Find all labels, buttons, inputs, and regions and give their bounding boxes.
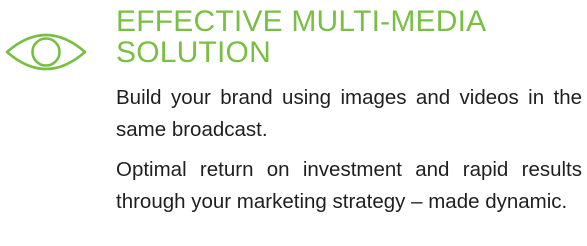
feature-title-line-1: EFFECTIVE MULTI-MEDIA	[116, 5, 487, 38]
eye-icon	[4, 32, 88, 72]
feature-description: Build your brand using images and videos…	[116, 82, 582, 226]
feature-title: EFFECTIVE MULTI-MEDIA SOLUTION	[116, 6, 576, 68]
feature-paragraph-roi: Optimal return on investment and rapid r…	[116, 158, 582, 213]
feature-title-line-2: SOLUTION	[116, 36, 271, 69]
feature-paragraph-brand: Build your brand using images and videos…	[116, 86, 582, 141]
feature-block: EFFECTIVE MULTI-MEDIA SOLUTION Build you…	[0, 0, 587, 246]
